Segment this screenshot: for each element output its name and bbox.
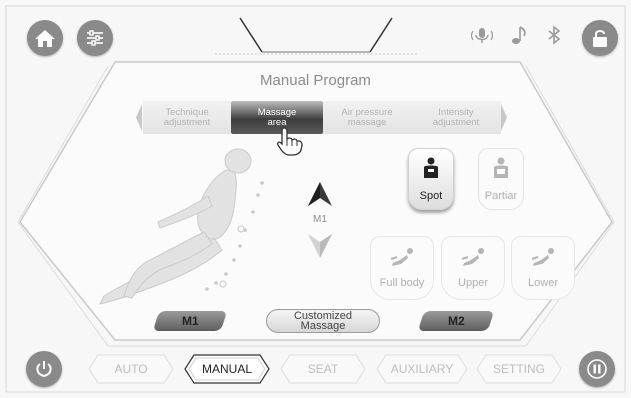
nav-auto[interactable]: AUTO [88, 354, 174, 384]
area-spot-button[interactable]: Spot [408, 148, 454, 210]
pause-icon [587, 359, 607, 379]
home-icon [35, 30, 55, 47]
tab-label-line2: massage [347, 116, 387, 128]
nav-manual-label: MANUAL [201, 362, 252, 376]
pointer-hand-icon [277, 127, 303, 156]
unlock-icon [593, 30, 607, 47]
tab-label-line1: Massage [257, 106, 297, 118]
nav-seat[interactable]: SEAT [280, 354, 366, 384]
recline-lower-icon [531, 248, 554, 266]
tab-technique-adjustment[interactable]: Technique adjustment [143, 101, 231, 134]
chevron-up-icon [308, 182, 332, 206]
memory-m2-label: M2 [447, 314, 465, 328]
tab-label-line2: adjustment [163, 116, 211, 128]
tab-label-line2: adjustment [432, 116, 480, 128]
nav-setting[interactable]: SETTING [476, 354, 562, 384]
lower-body-button[interactable]: Lower [511, 236, 575, 300]
memory-m1-label: M1 [181, 314, 199, 328]
nav-seat-label: SEAT [307, 362, 339, 376]
nav-auto-label: AUTO [114, 362, 148, 376]
recline-upper-icon [461, 248, 484, 266]
area-spot-label: Spot [419, 190, 443, 202]
full-body-button[interactable]: Full body [370, 236, 434, 300]
recline-full-icon [390, 248, 413, 266]
customized-massage-button[interactable]: Customized Massage [266, 309, 380, 333]
nav-setting-label: SETTING [492, 362, 545, 376]
home-button[interactable] [27, 20, 63, 56]
tab-label-line1: Air pressure [341, 106, 393, 118]
area-partial-label: Partiar [484, 190, 518, 202]
nav-auxiliary-label: AUXILIARY [390, 362, 454, 376]
microphone-icon [471, 28, 493, 43]
tab-air-pressure-massage[interactable]: Air pressure massage [323, 101, 411, 134]
sliders-icon [87, 30, 103, 46]
memory-m1-button[interactable]: M1 [152, 311, 228, 331]
custom-label-line2: Massage [300, 320, 346, 332]
music-button[interactable] [508, 24, 530, 46]
nav-auxiliary[interactable]: AUXILIARY [376, 354, 468, 384]
pause-button[interactable] [579, 351, 615, 387]
position-down-button[interactable] [306, 230, 334, 260]
memory-m2-button[interactable]: M2 [417, 311, 495, 331]
tab-label-line1: Technique [165, 106, 209, 118]
massage-chair-screen: Manual Program Technique adjustment Massa… [0, 0, 631, 398]
page-title: Manual Program [260, 72, 371, 89]
voice-button[interactable] [471, 24, 493, 46]
person-spot-icon [424, 157, 438, 178]
upper-body-label: Upper [458, 277, 488, 289]
full-body-label: Full body [379, 277, 425, 289]
lock-button[interactable] [582, 20, 618, 56]
position-label: M1 [313, 214, 327, 225]
person-partial-icon [494, 157, 508, 178]
power-icon [36, 361, 52, 378]
tab-intensity-adjustment[interactable]: Intensity adjustment [411, 101, 501, 134]
lower-body-label: Lower [528, 277, 558, 289]
position-up-button[interactable] [306, 180, 334, 210]
area-partial-button[interactable]: Partiar [478, 148, 524, 210]
music-note-icon [512, 26, 526, 44]
nav-manual[interactable]: MANUAL [184, 354, 270, 384]
upper-body-button[interactable]: Upper [441, 236, 505, 300]
bluetooth-icon [548, 25, 561, 45]
tab-label-line1: Intensity [438, 106, 474, 118]
chevron-down-icon [308, 234, 332, 258]
power-button[interactable] [26, 351, 62, 387]
bluetooth-button[interactable] [543, 24, 565, 46]
settings-sliders-button[interactable] [77, 20, 113, 56]
